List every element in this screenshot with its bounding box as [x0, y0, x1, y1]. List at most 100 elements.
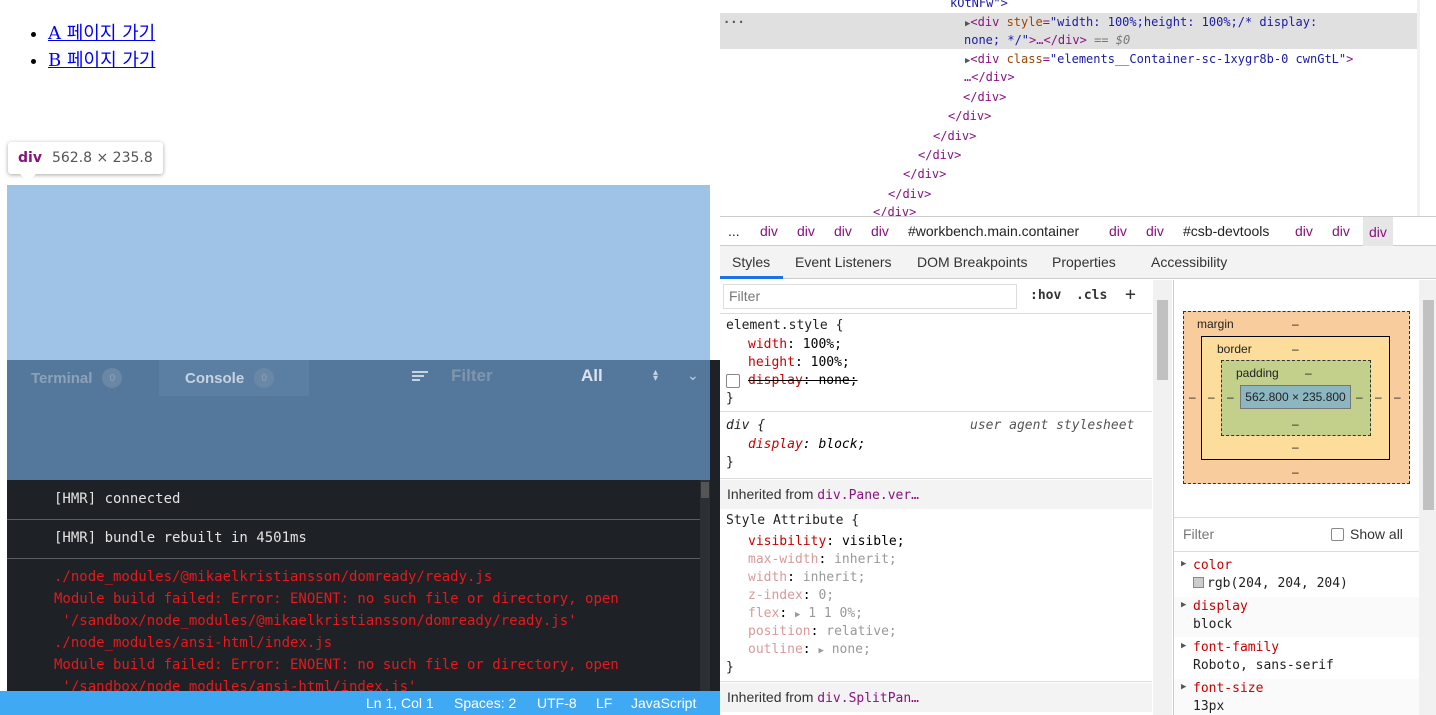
border-top: – [1292, 342, 1299, 356]
console-filter-input[interactable]: Filter [451, 366, 493, 386]
breadcrumb-item[interactable]: div [1295, 223, 1313, 239]
breadcrumb: ... div div div div #workbench.main.cont… [720, 216, 1436, 247]
log-level-select[interactable]: All [581, 366, 603, 386]
breadcrumb-item[interactable]: #csb-devtools [1183, 223, 1269, 239]
tab-accessibility[interactable]: Accessibility [1151, 254, 1227, 270]
expand-triangle-icon: ▶ [818, 646, 824, 656]
select-arrows-icon[interactable]: ▴ ▾ [653, 368, 658, 384]
tab-properties[interactable]: Properties [1052, 254, 1116, 270]
more-actions-icon[interactable]: ··· [723, 13, 745, 32]
css-declaration[interactable]: width: 100%; [748, 336, 842, 354]
encoding[interactable]: UTF-8 [537, 695, 577, 711]
computed-scrollbar[interactable] [1419, 280, 1436, 715]
console-scrollbar[interactable] [700, 480, 710, 691]
padding-right: – [1356, 390, 1363, 404]
new-rule-button[interactable]: + [1125, 284, 1136, 305]
breadcrumb-item[interactable]: div [1332, 223, 1350, 239]
dom-close: </div> [933, 129, 977, 143]
list-item: A 페이지 가기 [48, 20, 155, 47]
margin-left: – [1189, 390, 1196, 404]
computed-property[interactable]: ▶ display block [1174, 597, 1419, 637]
hov-toggle[interactable]: :hov [1030, 288, 1061, 303]
breadcrumb-item[interactable]: div [797, 223, 815, 239]
expand-triangle-icon: ▶ [1181, 641, 1187, 651]
breadcrumb-item-active[interactable]: div [1363, 217, 1393, 247]
dom-close: </div> [963, 90, 1007, 104]
css-declaration[interactable]: height: 100%; [748, 354, 850, 372]
rule-selector: element.style { [726, 318, 844, 333]
show-all-checkbox[interactable] [1331, 527, 1344, 541]
cls-toggle[interactable]: .cls [1076, 288, 1107, 303]
link-a[interactable]: A 페이지 가기 [48, 23, 155, 44]
tab-dom-breakpoints[interactable]: DOM Breakpoints [917, 254, 1027, 270]
styles-filter-input[interactable]: Filter [723, 284, 1017, 309]
box-content[interactable]: 562.800 × 235.800 [1240, 385, 1351, 409]
status-bar: Ln 1, Col 1 Spaces: 2 UTF-8 LF JavaScrip… [0, 691, 720, 715]
styles-pane: Filter :hov .cls + element.style { width… [720, 280, 1172, 715]
css-declaration-inactive[interactable]: position: relative; [748, 623, 897, 641]
rule-selector: div { [726, 418, 766, 433]
filter-lines-icon[interactable] [412, 369, 428, 385]
inherited-link[interactable]: div.SplitPan… [817, 691, 919, 706]
error-line: '/sandbox/node_modules/@mikaelkristianss… [54, 613, 577, 629]
dom-close: </div> [888, 187, 932, 201]
computed-property[interactable]: ▶ font-family Roboto, sans-serif [1174, 638, 1419, 678]
tab-event-listeners[interactable]: Event Listeners [795, 254, 892, 270]
rule-close: } [726, 660, 734, 675]
border-left: – [1208, 390, 1215, 404]
elements-scrollbar[interactable] [1417, 0, 1420, 216]
css-declaration[interactable]: visibility: visible; [748, 533, 905, 551]
dom-fragment: kOtNFw"> [950, 0, 1008, 10]
list-item: B 페이지 가기 [48, 47, 155, 74]
indentation[interactable]: Spaces: 2 [454, 695, 516, 711]
css-declaration-inactive[interactable]: z-index: 0; [748, 587, 834, 605]
styles-scrollbar[interactable] [1153, 280, 1172, 715]
rule-close: } [726, 391, 734, 406]
inherited-header: Inherited from div.Pane.ver… [720, 480, 1152, 509]
inspect-tooltip: div 562.8 × 235.8 [8, 142, 163, 182]
css-declaration-inactive[interactable]: flex: ▶ 1 1 0%; [748, 605, 863, 624]
css-declaration-inactive[interactable]: outline: ▶ none; [748, 641, 871, 660]
inherited-link[interactable]: div.Pane.ver… [817, 488, 919, 503]
padding-bottom: – [1292, 417, 1299, 431]
count-badge: 0 [254, 368, 275, 388]
computed-toolbar: Filter Show all [1174, 517, 1419, 552]
line-ending[interactable]: LF [596, 695, 612, 711]
css-declaration-disabled[interactable]: display: none; [748, 372, 858, 390]
rule-style-attribute: Style Attribute { visibility: visible; m… [720, 509, 1152, 682]
padding-top: – [1305, 366, 1312, 380]
padding-label: padding [1236, 366, 1279, 380]
dom-node-selected[interactable]: ▶<div style="width: 100%;height: 100%;/*… [965, 13, 1317, 32]
computed-filter-input[interactable]: Filter [1183, 526, 1214, 542]
border-label: border [1217, 342, 1252, 356]
dom-node[interactable]: ▶<div class="elements__Container-sc-1xyg… [965, 50, 1353, 69]
styles-toolbar: Filter :hov .cls + [720, 280, 1152, 314]
css-declaration-inactive[interactable]: max-width: inherit; [748, 551, 897, 569]
expand-triangle-icon: ▶ [1181, 600, 1187, 610]
link-b[interactable]: B 페이지 가기 [48, 50, 155, 71]
tab-terminal[interactable]: Terminal 0 [31, 368, 123, 388]
computed-property[interactable]: ▶ font-size 13px [1174, 679, 1419, 715]
css-declaration-inactive[interactable]: width: inherit; [748, 569, 865, 587]
dom-close: </div> [948, 109, 992, 123]
breadcrumb-item[interactable]: div [1109, 223, 1127, 239]
language-mode[interactable]: JavaScript [631, 695, 696, 711]
breadcrumb-item[interactable]: div [1146, 223, 1164, 239]
sandbox-tab-bar: Terminal 0 Console 0 Filter All ▴ ▾ ⌄ [7, 360, 710, 480]
show-all-toggle[interactable]: Show all [1331, 526, 1403, 542]
dom-node-cont: …</div> [964, 70, 1015, 84]
tab-styles[interactable]: Styles [732, 254, 770, 270]
color-swatch [1193, 577, 1204, 588]
declaration-checkbox[interactable] [726, 374, 740, 388]
breadcrumb-item[interactable]: div [834, 223, 852, 239]
computed-property[interactable]: ▶ color rgb(204, 204, 204) [1174, 556, 1419, 596]
breadcrumb-item[interactable]: div [871, 223, 889, 239]
breadcrumb-item[interactable]: ... [728, 223, 740, 239]
tab-console[interactable]: Console 0 [185, 368, 275, 388]
breadcrumb-item[interactable]: div [760, 223, 778, 239]
dom-node-selected-cont[interactable]: none; */">…</div> == $0 [964, 31, 1130, 50]
chevron-down-icon[interactable]: ⌄ [687, 368, 699, 384]
breadcrumb-item[interactable]: #workbench.main.container [908, 223, 1079, 239]
margin-right: – [1394, 390, 1401, 404]
cursor-position[interactable]: Ln 1, Col 1 [366, 695, 434, 711]
